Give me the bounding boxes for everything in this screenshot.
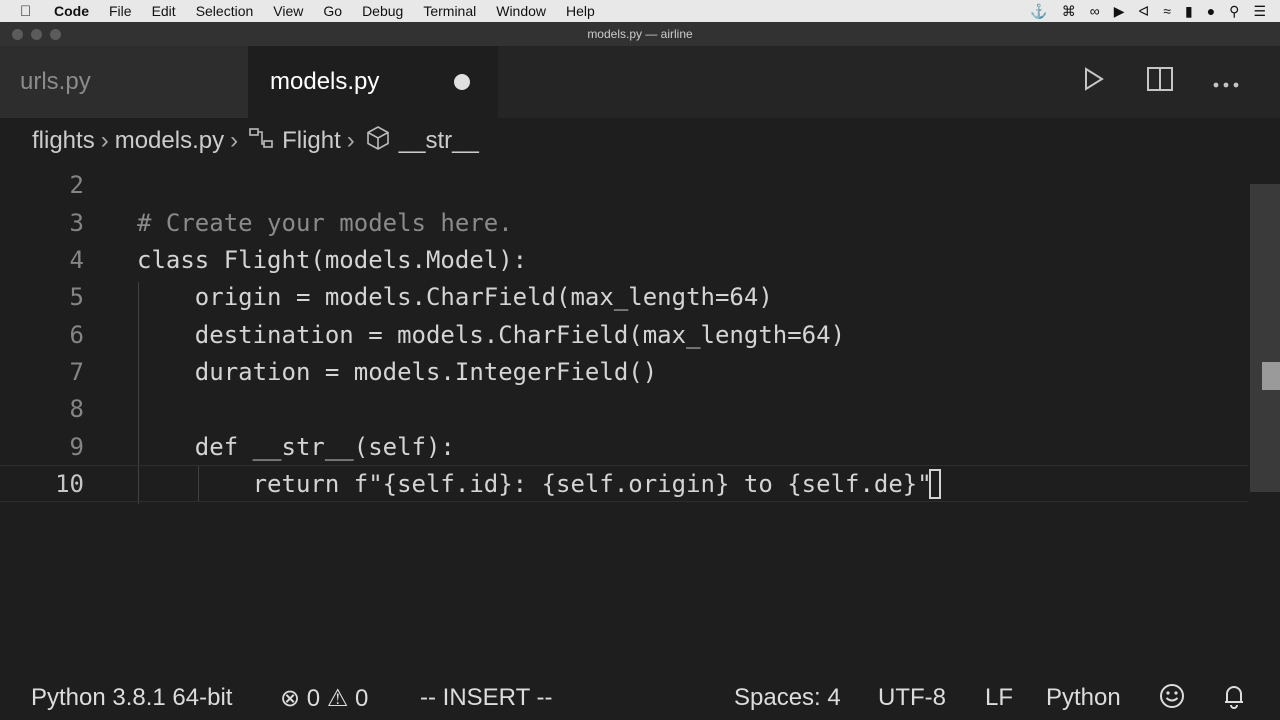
bluetooth-icon[interactable]: ᐊ: [1139, 3, 1150, 20]
breadcrumb-file[interactable]: models.py: [115, 127, 224, 155]
menu-go[interactable]: Go: [323, 3, 342, 19]
chevron-right-icon: ›: [100, 127, 109, 154]
line-number: 3: [69, 208, 84, 237]
indentation[interactable]: Spaces: 4: [734, 684, 841, 712]
line-number: 4: [69, 245, 84, 274]
line-text: destination = models.CharField(max_lengt…: [137, 320, 846, 349]
command-icon[interactable]: ⌘: [1062, 3, 1076, 20]
tab-label: urls.py: [20, 68, 91, 95]
error-icon: ⊗: [280, 685, 301, 712]
line-text: def __str__(self):: [137, 432, 455, 461]
breadcrumb-method[interactable]: __str__: [399, 127, 479, 155]
menu-debug[interactable]: Debug: [362, 3, 403, 19]
media-icon[interactable]: ▶: [1114, 3, 1125, 20]
code-line[interactable]: 6 destination = models.CharField(max_len…: [0, 316, 1248, 353]
line-number: 6: [69, 320, 84, 349]
line-number: 10: [55, 469, 84, 498]
minimize-window-button[interactable]: [31, 29, 42, 40]
editor-tabbar: urls.py models.py: [0, 46, 1280, 118]
line-ending[interactable]: LF: [985, 684, 1013, 712]
battery-icon[interactable]: ▮: [1185, 3, 1193, 20]
line-number: 2: [69, 170, 84, 199]
menu-terminal[interactable]: Terminal: [423, 3, 476, 19]
window-titlebar: models.py — airline: [0, 22, 1280, 46]
wifi-icon[interactable]: ≈: [1163, 3, 1171, 19]
encoding[interactable]: UTF-8: [878, 684, 946, 712]
line-text: duration = models.IntegerField(): [137, 357, 658, 386]
user-icon[interactable]: ●: [1207, 3, 1215, 19]
notification-center-icon[interactable]: ☰: [1253, 3, 1266, 20]
status-bar: Python 3.8.1 64-bit ⊗ 0 ⚠ 0 -- INSERT --…: [0, 672, 1280, 720]
warning-count: 0: [355, 685, 369, 712]
text-cursor: [929, 469, 941, 499]
tab-models-py[interactable]: models.py: [248, 46, 498, 118]
code-line[interactable]: 7 duration = models.IntegerField(): [0, 353, 1248, 390]
code-line[interactable]: 9 def __str__(self):: [0, 428, 1248, 465]
menu-code[interactable]: Code: [54, 3, 89, 19]
close-window-button[interactable]: [12, 29, 23, 40]
line-number: 5: [69, 282, 84, 311]
line-text: # Create your models here.: [137, 208, 513, 237]
macos-menubar:  Code File Edit Selection View Go Debug…: [0, 0, 1280, 22]
tab-label: models.py: [270, 68, 380, 95]
line-text: class Flight(models.Model):: [137, 245, 528, 274]
chevron-right-icon: ›: [346, 127, 355, 154]
chevron-right-icon: ›: [230, 127, 239, 154]
split-editor-icon[interactable]: [1144, 66, 1176, 99]
code-line[interactable]: 5 origin = models.CharField(max_length=6…: [0, 278, 1248, 315]
glasses-icon[interactable]: ∞: [1090, 3, 1100, 19]
line-text: origin = models.CharField(max_length=64): [137, 282, 773, 311]
line-number: 7: [69, 357, 84, 386]
method-cube-icon: [365, 125, 391, 157]
breadcrumb: flights › models.py › Flight › __str__: [0, 118, 1280, 164]
menu-window[interactable]: Window: [496, 3, 546, 19]
unsaved-dot-icon[interactable]: [454, 74, 470, 90]
menu-edit[interactable]: Edit: [152, 3, 176, 19]
feedback-smiley-icon[interactable]: [1158, 682, 1186, 717]
menu-selection[interactable]: Selection: [196, 3, 254, 19]
code-line[interactable]: 2: [0, 166, 1248, 203]
class-symbol-icon: [248, 126, 274, 156]
line-number: 9: [69, 432, 84, 461]
docker-icon[interactable]: ⚓: [1030, 3, 1047, 20]
error-count: 0: [306, 685, 321, 712]
problems-indicator[interactable]: ⊗ 0 ⚠ 0: [280, 684, 368, 713]
editor-actions: [1078, 46, 1280, 118]
notifications-bell-icon[interactable]: [1220, 682, 1248, 717]
run-icon[interactable]: [1078, 66, 1110, 98]
vim-mode: -- INSERT --: [420, 684, 553, 711]
menu-file[interactable]: File: [109, 3, 132, 19]
line-text: return f"{self.id}: {self.origin} to {se…: [137, 469, 932, 498]
breadcrumb-class[interactable]: Flight: [282, 127, 341, 155]
python-interpreter[interactable]: Python 3.8.1 64-bit: [31, 684, 232, 712]
zoom-window-button[interactable]: [50, 29, 61, 40]
tab-urls-py[interactable]: urls.py: [0, 46, 248, 118]
current-code-line[interactable]: 10 return f"{self.id}: {self.origin} to …: [0, 465, 1248, 502]
more-actions-icon[interactable]: [1210, 68, 1242, 96]
vertical-scrollbar[interactable]: [1250, 184, 1280, 492]
code-editor[interactable]: 2 3 # Create your models here. 4 class F…: [0, 166, 1280, 666]
warning-icon: ⚠: [326, 685, 349, 712]
language-mode[interactable]: Python: [1046, 684, 1121, 712]
code-line[interactable]: 4 class Flight(models.Model):: [0, 241, 1248, 278]
apple-icon[interactable]: : [20, 3, 36, 20]
menu-view[interactable]: View: [273, 3, 303, 19]
menubar-tray: ⚓ ⌘ ∞ ▶ ᐊ ≈ ▮ ● ⚲ ☰: [1030, 0, 1266, 22]
spotlight-icon[interactable]: ⚲: [1229, 3, 1239, 20]
scrollbar-thumb[interactable]: [1262, 362, 1280, 390]
window-controls: [12, 29, 61, 40]
window-title: models.py — airline: [587, 27, 693, 41]
line-number: 8: [69, 394, 84, 423]
menu-help[interactable]: Help: [566, 3, 595, 19]
breadcrumb-folder[interactable]: flights: [32, 127, 95, 155]
code-line[interactable]: 3 # Create your models here.: [0, 204, 1248, 241]
code-line[interactable]: 8: [0, 390, 1248, 427]
